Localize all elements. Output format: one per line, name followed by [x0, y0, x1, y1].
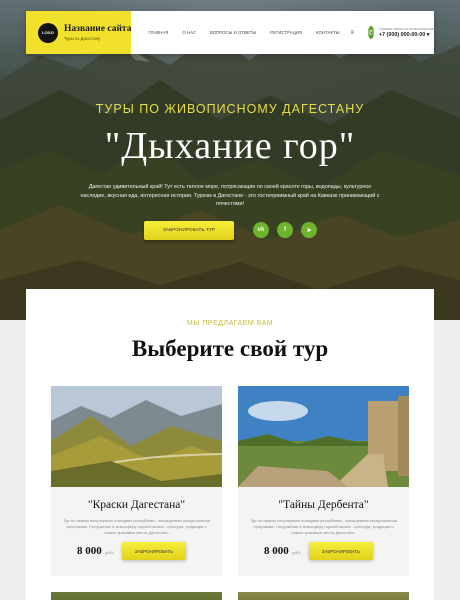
- phone-icon[interactable]: ✆: [368, 26, 374, 39]
- main-nav: ГЛАВНАЯ О НАС ВОПРОСЫ И ОТВЕТЫ РЕГИСТРАЦ…: [141, 30, 346, 35]
- tour-image-mountains[interactable]: [51, 386, 222, 487]
- telegram-icon[interactable]: ➤: [301, 222, 317, 238]
- nav-item-home[interactable]: ГЛАВНАЯ: [141, 30, 175, 35]
- tour-image-fortress[interactable]: [238, 386, 409, 487]
- tour-card[interactable]: "Тайны Дербента" Тур по самым популярным…: [238, 386, 409, 576]
- brand-block[interactable]: LOGO Название сайта Туры по Дагестану: [26, 11, 132, 54]
- section-title: Выберите свой тур: [131, 336, 329, 361]
- phone-block[interactable]: Горячая линия по всем вопросам: +7 (000)…: [379, 27, 436, 38]
- tour-price: 8 000: [264, 545, 289, 557]
- vk-icon[interactable]: vk: [253, 222, 269, 238]
- social-links: vk f ➤: [253, 222, 317, 238]
- tour-currency: руб/с: [291, 550, 301, 555]
- tour-currency: руб/с: [104, 550, 114, 555]
- tour-image-preview[interactable]: [238, 592, 409, 600]
- phone-label: Горячая линия по всем вопросам:: [378, 27, 436, 31]
- tour-image-preview[interactable]: [51, 592, 222, 600]
- site-name: Название сайта: [64, 24, 132, 34]
- tour-card[interactable]: "Краски Дагестана" Тур по самым популярн…: [51, 386, 222, 576]
- menu-icon[interactable]: ≡: [351, 30, 355, 36]
- facebook-icon[interactable]: f: [277, 222, 293, 238]
- site-tagline: Туры по Дагестану: [64, 36, 101, 41]
- tours-section: МЫ ПРЕДЛАГАЕМ ВАМ Выберите свой тур "Кра…: [26, 289, 434, 600]
- tour-title: "Краски Дагестана": [87, 499, 186, 511]
- nav-item-about[interactable]: О НАС: [175, 30, 203, 35]
- tour-description: Тур по самым популярным локациям республ…: [63, 518, 210, 535]
- book-button[interactable]: ЗАБРОНИРОВАТЬ: [121, 542, 186, 560]
- tour-price: 8 000: [77, 545, 102, 557]
- book-button[interactable]: ЗАБРОНИРОВАТЬ: [308, 542, 373, 560]
- logo[interactable]: LOGO: [38, 22, 58, 43]
- phone-number[interactable]: +7 (000) 000-00-00 ▾: [379, 32, 436, 38]
- tour-title: "Тайны Дербента": [278, 499, 369, 511]
- nav-item-faq[interactable]: ВОПРОСЫ И ОТВЕТЫ: [203, 30, 263, 35]
- hero-description: Дагестан удивительный край! Тут есть теп…: [80, 184, 380, 207]
- nav-item-registration[interactable]: РЕГИСТРАЦИЯ: [263, 30, 309, 35]
- book-tour-button[interactable]: ЗАБРОНИРОВАТЬ ТУР: [144, 221, 234, 240]
- nav-item-contacts[interactable]: КОНТАКТЫ: [309, 30, 346, 35]
- hero-title: "Дыхание гор": [104, 125, 356, 167]
- section-kicker: МЫ ПРЕДЛАГАЕМ ВАМ: [186, 320, 274, 327]
- hero-subtitle: ТУРЫ ПО ЖИВОПИСНОМУ ДАГЕСТАНУ: [95, 102, 365, 116]
- tour-description: Тур по самым популярным локациям республ…: [250, 518, 397, 535]
- site-header: LOGO Название сайта Туры по Дагестану ГЛ…: [26, 11, 436, 54]
